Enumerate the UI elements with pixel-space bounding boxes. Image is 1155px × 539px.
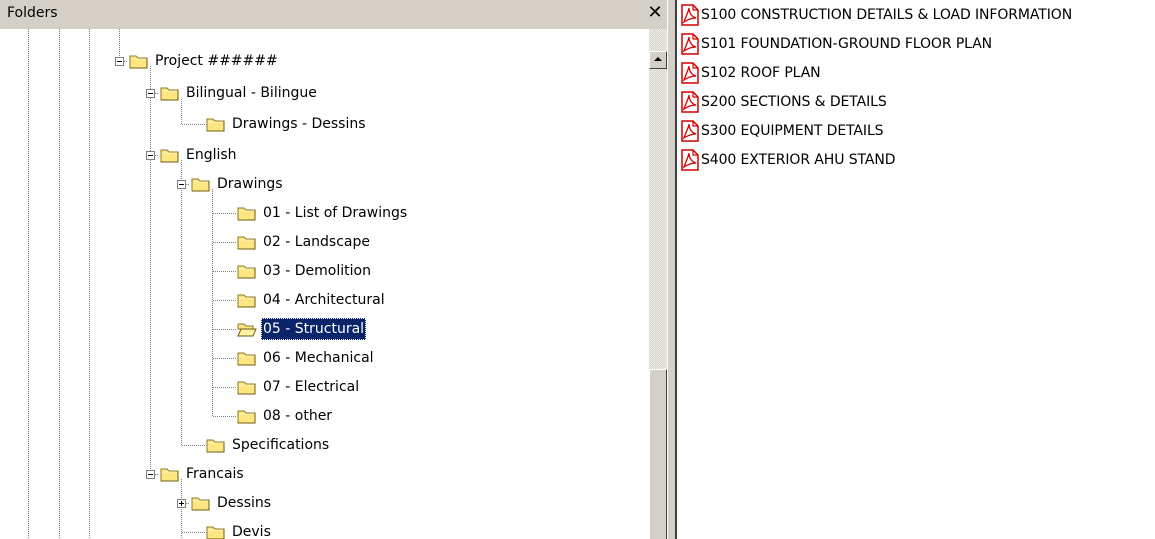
- tree-item-label[interactable]: 02 - Landscape: [261, 231, 372, 253]
- pdf-icon: [679, 4, 701, 26]
- pdf-icon: [679, 120, 701, 142]
- tree-item-label[interactable]: 06 - Mechanical: [261, 347, 376, 369]
- file-item-label: S400 EXTERIOR AHU STAND: [701, 152, 896, 168]
- tree-item-label[interactable]: Dessins: [215, 492, 273, 514]
- vertical-scrollbar[interactable]: [649, 29, 667, 539]
- close-icon[interactable]: ✕: [646, 2, 664, 24]
- file-item[interactable]: S102 ROOF PLAN: [679, 62, 821, 84]
- tree-item-label[interactable]: 01 - List of Drawings: [261, 202, 409, 224]
- scroll-thumb[interactable]: [649, 369, 667, 539]
- up-arrow-icon: [654, 57, 662, 61]
- file-item-label: S102 ROOF PLAN: [701, 65, 821, 81]
- tree-item-label[interactable]: Drawings - Dessins: [230, 113, 368, 135]
- tree-item-label[interactable]: Francais: [184, 463, 246, 485]
- file-item[interactable]: S300 EQUIPMENT DETAILS: [679, 120, 884, 142]
- tree-item-label[interactable]: Project ######: [153, 50, 280, 72]
- tree-item-label[interactable]: 03 - Demolition: [261, 260, 373, 282]
- tree-item-label[interactable]: 08 - other: [261, 405, 334, 427]
- folder-icon[interactable]: [237, 408, 257, 424]
- pdf-icon: [679, 62, 701, 84]
- scroll-up-button[interactable]: [649, 51, 667, 69]
- folder-icon[interactable]: [206, 524, 226, 539]
- folders-pane-title: Folders: [7, 5, 58, 21]
- collapse-minus-icon[interactable]: [146, 151, 155, 160]
- folder-icon[interactable]: [237, 350, 257, 366]
- folder-icon[interactable]: [160, 85, 180, 101]
- tree-item-label[interactable]: English: [184, 144, 239, 166]
- folder-icon[interactable]: [237, 205, 257, 221]
- folder-icon[interactable]: [237, 234, 257, 250]
- file-list[interactable]: S100 CONSTRUCTION DETAILS & LOAD INFORMA…: [677, 0, 1155, 539]
- tree-item-label[interactable]: Devis: [230, 521, 273, 539]
- file-item[interactable]: S101 FOUNDATION-GROUND FLOOR PLAN: [679, 33, 992, 55]
- file-item[interactable]: S200 SECTIONS & DETAILS: [679, 91, 887, 113]
- folder-icon[interactable]: [237, 263, 257, 279]
- file-item[interactable]: S400 EXTERIOR AHU STAND: [679, 149, 895, 171]
- collapse-minus-icon[interactable]: [146, 89, 155, 98]
- folder-tree[interactable]: Project ###### Bilingual - Bilingue Drawin…: [0, 29, 649, 539]
- tree-item-label[interactable]: 04 - Architectural: [261, 289, 387, 311]
- collapse-minus-icon[interactable]: [177, 180, 186, 189]
- tree-item-label[interactable]: Bilingual - Bilingue: [184, 82, 319, 104]
- folder-icon[interactable]: [129, 53, 149, 69]
- file-item-label: S200 SECTIONS & DETAILS: [701, 94, 887, 110]
- folders-pane-header: Folders ✕: [0, 0, 667, 29]
- file-item-label: S100 CONSTRUCTION DETAILS & LOAD INFORMA…: [701, 7, 1073, 23]
- folder-icon[interactable]: [237, 379, 257, 395]
- tree-item-label[interactable]: Specifications: [230, 434, 331, 456]
- collapse-minus-icon[interactable]: [115, 57, 124, 66]
- folder-icon[interactable]: [160, 466, 180, 482]
- folder-icon[interactable]: [191, 495, 211, 511]
- folder-icon[interactable]: [191, 176, 211, 192]
- tree-item-label[interactable]: Drawings: [215, 173, 285, 195]
- pdf-icon: [679, 91, 701, 113]
- pdf-icon: [679, 33, 701, 55]
- tree-item-label[interactable]: 05 - Structural: [261, 318, 367, 340]
- folders-pane: Folders ✕ Project ###### Bilingual - Bili…: [0, 0, 667, 539]
- folder-open-icon[interactable]: [237, 321, 257, 337]
- folder-icon[interactable]: [160, 147, 180, 163]
- pdf-icon: [679, 149, 701, 171]
- folder-icon[interactable]: [206, 116, 226, 132]
- file-item-label: S300 EQUIPMENT DETAILS: [701, 123, 884, 139]
- folder-icon[interactable]: [237, 292, 257, 308]
- file-item[interactable]: S100 CONSTRUCTION DETAILS & LOAD INFORMA…: [679, 4, 1072, 26]
- pane-splitter[interactable]: [667, 0, 677, 539]
- file-item-label: S101 FOUNDATION-GROUND FLOOR PLAN: [701, 36, 993, 52]
- expand-plus-icon[interactable]: [177, 499, 186, 508]
- folder-icon[interactable]: [206, 437, 226, 453]
- tree-connector-lines: [28, 29, 236, 539]
- collapse-minus-icon[interactable]: [146, 470, 155, 479]
- tree-item-label[interactable]: 07 - Electrical: [261, 376, 361, 398]
